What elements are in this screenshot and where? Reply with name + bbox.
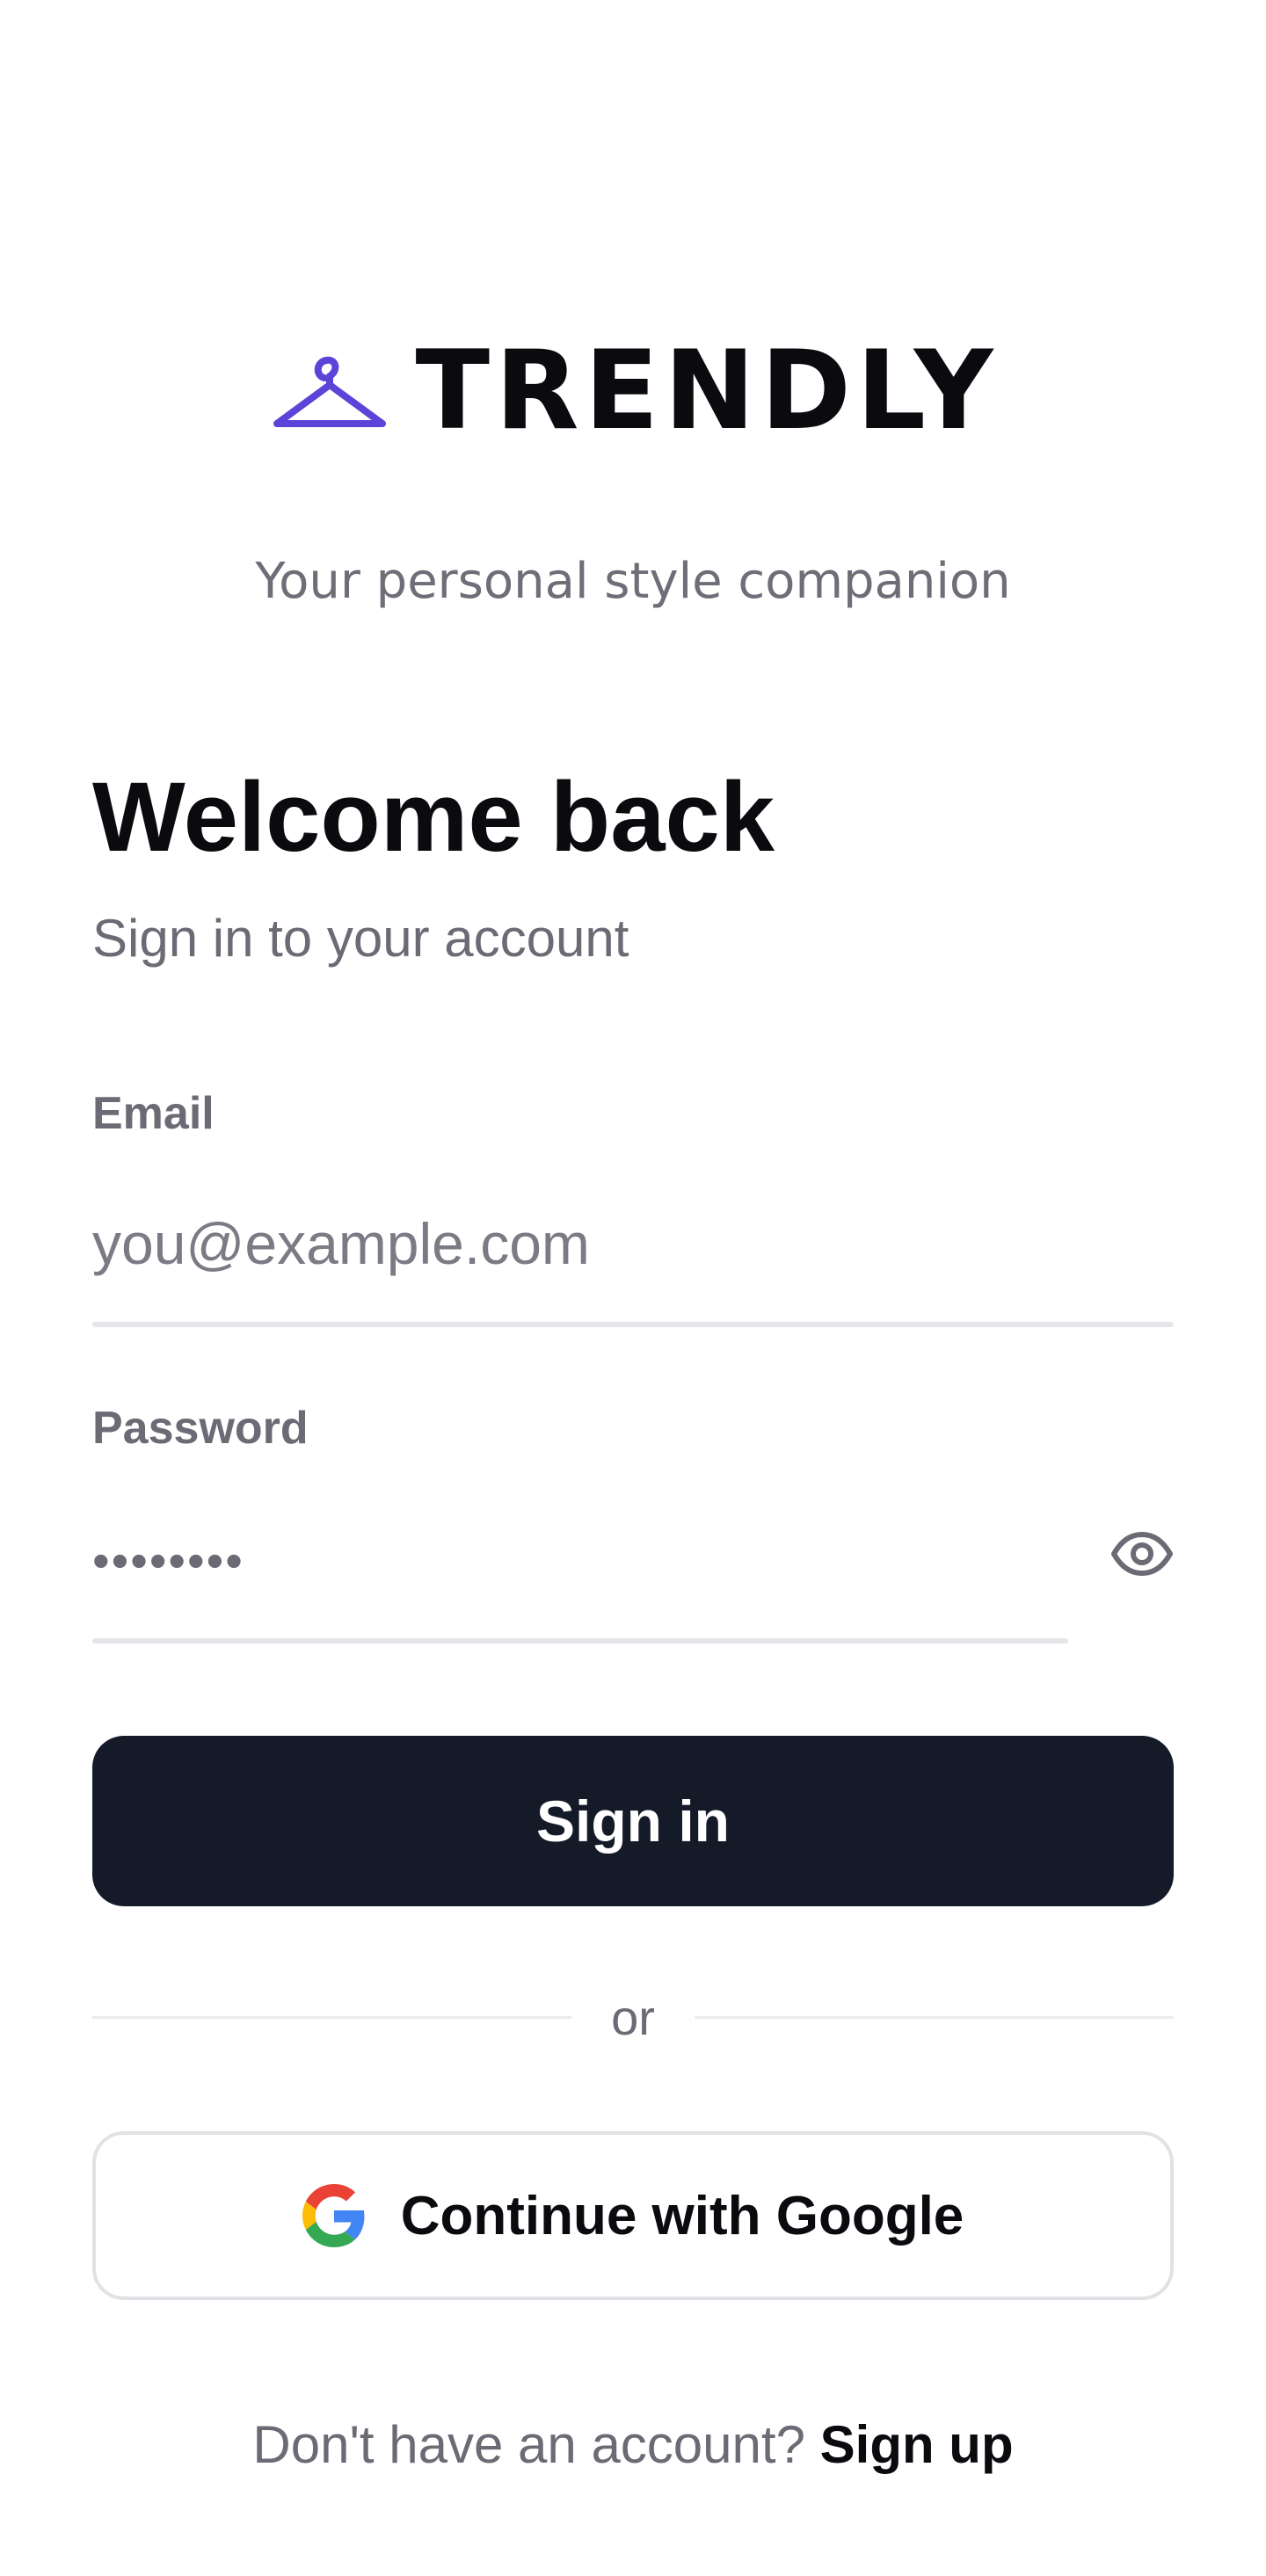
sign-in-screen: TRENDLY Your personal style companion We…: [0, 0, 1266, 2576]
google-button-label: Continue with Google: [400, 2185, 964, 2246]
divider-line-right: [695, 2016, 1174, 2019]
toggle-password-visibility-button[interactable]: [1110, 1527, 1175, 1580]
page-title: Welcome back: [92, 762, 775, 872]
brand-tagline: Your personal style companion: [255, 553, 1011, 610]
sign-up-link[interactable]: Sign up: [820, 2415, 1014, 2474]
email-underline: [92, 1322, 1174, 1327]
email-label: Email: [92, 1088, 215, 1139]
divider-text: or: [611, 1990, 655, 2045]
password-underline: [92, 1638, 1068, 1644]
password-label: Password: [92, 1403, 309, 1454]
continue-with-google-button[interactable]: Continue with Google: [92, 2131, 1174, 2300]
email-field[interactable]: [92, 1204, 1174, 1283]
sign-up-prompt: Don't have an account? Sign up: [0, 2413, 1266, 2477]
hanger-icon: [273, 356, 386, 427]
brand-logo: TRENDLY: [0, 325, 1266, 457]
sign-up-prompt-text: Don't have an account?: [252, 2415, 805, 2474]
password-field[interactable]: [92, 1520, 1068, 1600]
google-icon: [302, 2184, 365, 2247]
sign-in-button[interactable]: Sign in: [92, 1736, 1174, 1906]
brand-name: TRENDLY: [415, 328, 999, 454]
eye-icon: [1111, 1532, 1173, 1576]
divider-line-left: [92, 2016, 571, 2019]
page-subtitle: Sign in to your account: [92, 909, 629, 968]
